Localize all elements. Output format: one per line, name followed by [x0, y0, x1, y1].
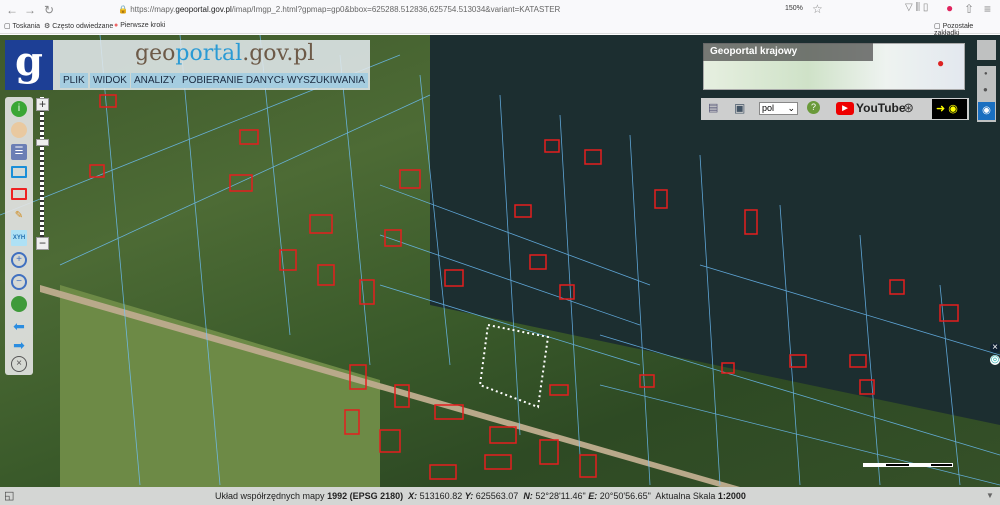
document-icon[interactable]: ▤ [708, 102, 718, 115]
print-icon[interactable]: ▣ [734, 101, 745, 115]
zoom-minus-button[interactable]: − [36, 237, 49, 250]
map-toolbar: i ☰ ✎ XYH + − ⬅ ➡ × [5, 97, 33, 375]
coordinate-readout: Układ współrzędnych mapy 1992 (EPSG 2180… [215, 487, 746, 505]
menu-pobieranie[interactable]: POBIERANIE DANYCH [179, 73, 292, 88]
menu-wyszukiwania[interactable]: WYSZUKIWANIA [284, 73, 368, 88]
back-icon[interactable]: ← [6, 3, 18, 17]
field-area [60, 285, 380, 487]
crs-label: Układ współrzędnych mapy [215, 491, 325, 501]
scale-label: Aktualna Skala [655, 491, 716, 501]
zoom-level[interactable]: 150% [785, 5, 803, 12]
zoom-plus-button[interactable]: + [36, 98, 49, 111]
extension-icon[interactable]: ● [946, 1, 953, 15]
browser-chrome: ← → ↻ 🔒 https://mapy.geoportal.gov.pl/im… [0, 0, 1000, 37]
eye-icon: ◉ [948, 103, 958, 115]
bookmark-czesto[interactable]: ⚙ Często odwiedzane [44, 22, 113, 30]
bookmark-label: Toskania [12, 23, 41, 30]
title-post: .gov.pl [242, 41, 315, 66]
url-rest: /imap/Imgp_2.html?gpmap=gp0&bbox=625288.… [231, 5, 561, 14]
overview-map-title: Geoportal krajowy [703, 43, 873, 61]
youtube-button[interactable]: ▶ YouTube [836, 101, 906, 116]
pocket-icon[interactable]: ▽ ⫼ ▯ [905, 2, 928, 13]
forward-arrow-icon[interactable]: ➡ [11, 337, 27, 353]
arrow-icon: ➜ [936, 103, 946, 115]
close-panel-icon[interactable]: × [990, 343, 1000, 353]
contrast-toggle[interactable]: ➜ ◉ [932, 99, 967, 119]
zoom-slider[interactable] [40, 97, 44, 247]
bookmark-toskania[interactable]: ▢ Toskania [4, 22, 40, 30]
menu-widok[interactable]: WIDOK [90, 73, 130, 88]
y-value: 625563.07 [475, 491, 519, 501]
globe-icon[interactable] [11, 296, 27, 312]
bookmark-label: Pierwsze kroki [120, 22, 166, 29]
zoom-in-icon[interactable]: + [11, 252, 27, 268]
title-pre: geo [135, 41, 176, 66]
zoom-out-icon[interactable]: − [11, 274, 27, 290]
crs-value: 1992 (EPSG 2180) [327, 491, 404, 501]
menu-icon[interactable]: ≡ [984, 2, 991, 16]
x-value: 513160.82 [419, 491, 463, 501]
url-bar[interactable]: 🔒 https://mapy.geoportal.gov.pl/imap/Img… [118, 2, 778, 17]
e-label: E: [588, 491, 598, 501]
reload-icon[interactable]: ↻ [44, 3, 54, 17]
close-circle-icon[interactable]: × [11, 356, 27, 372]
eye-small-icon[interactable]: ● [984, 70, 988, 78]
legend-icon[interactable]: ☰ [11, 144, 27, 160]
bookmark-pierwsze[interactable]: ● Pierwsze kroki [114, 22, 165, 29]
url-prefix: https://mapy. [130, 5, 176, 14]
menu-analizy[interactable]: ANALIZY [131, 73, 179, 88]
bookmark-label: Często odwiedzane [52, 23, 114, 30]
accessibility-icon[interactable]: ⊛ [903, 100, 914, 116]
y-label: Y: [464, 491, 474, 501]
n-value: 52°28'11.46" [535, 491, 586, 501]
select-red-icon[interactable] [11, 188, 27, 200]
xyh-icon[interactable]: XYH [11, 230, 27, 246]
scale-bar [863, 463, 953, 467]
location-icon[interactable]: ◎ [990, 355, 1000, 365]
x-label: X: [408, 491, 418, 501]
star-icon[interactable]: ☆ [812, 2, 823, 16]
location-pin-icon: ● [937, 56, 945, 70]
pencil-icon[interactable]: ✎ [11, 208, 27, 224]
eye-medium-icon[interactable]: ● [983, 85, 988, 95]
youtube-label: YouTube [856, 101, 906, 115]
zoom-slider-handle[interactable] [36, 139, 49, 146]
info-icon[interactable]: i [11, 101, 27, 117]
scale-value: 1:2000 [717, 491, 746, 501]
language-value: pol [762, 103, 775, 113]
n-label: N: [523, 491, 533, 501]
view-mode-panel: ● ● ◉ [977, 66, 996, 122]
eye-large-icon[interactable]: ◉ [978, 102, 995, 120]
site-title: geoportal.gov.pl [135, 41, 314, 66]
chevron-down-icon: ⌄ [787, 103, 795, 113]
help-icon[interactable]: ? [807, 101, 820, 114]
back-arrow-icon[interactable]: ⬅ [11, 318, 27, 334]
youtube-play-icon: ▶ [836, 102, 854, 116]
share-icon[interactable]: ⇧ [964, 2, 974, 16]
menu-plik[interactable]: PLIK [60, 73, 88, 88]
status-bar: ◱ Układ współrzędnych mapy 1992 (EPSG 21… [0, 487, 1000, 505]
language-select[interactable]: pol ⌄ [759, 102, 798, 115]
geoportal-logo[interactable]: g [5, 40, 53, 90]
settings-gears-icon[interactable] [977, 40, 996, 60]
forward-icon[interactable]: → [24, 3, 36, 17]
river-area [430, 35, 1000, 425]
url-domain: geoportal.gov.pl [175, 5, 232, 14]
title-accent: portal [175, 41, 243, 66]
select-blue-icon[interactable] [11, 166, 27, 178]
expand-down-icon[interactable]: ▼ [986, 487, 994, 505]
fullscreen-icon[interactable]: ◱ [4, 487, 14, 505]
hand-icon[interactable] [11, 122, 27, 138]
e-value: 20°50'56.65" [599, 491, 651, 501]
